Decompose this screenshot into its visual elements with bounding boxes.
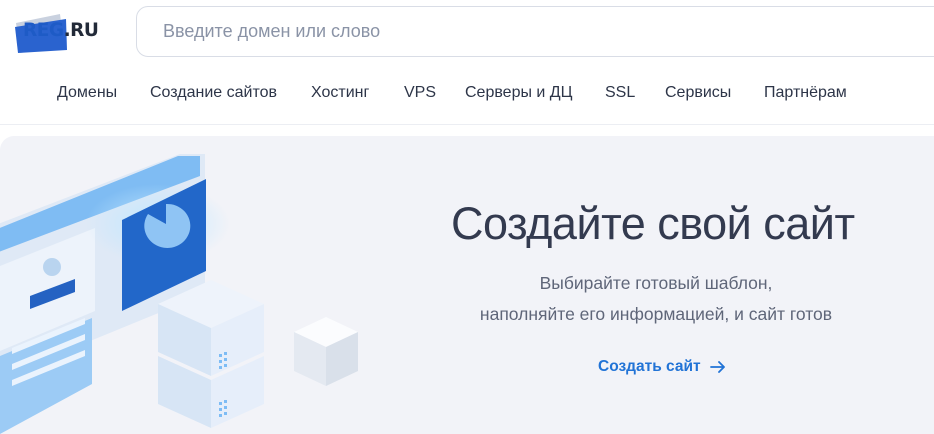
- nav-item-hosting[interactable]: Хостинг: [311, 84, 369, 102]
- website-builder-illustration: [0, 154, 358, 434]
- hero-title: Создайте свой сайт: [451, 198, 855, 249]
- nav-item-partners[interactable]: Партнёрам: [764, 84, 847, 102]
- site-header: REG.RU Домены Создание сайтов Хостинг VP…: [0, 0, 934, 125]
- nav-item-servers[interactable]: Серверы и ДЦ: [465, 84, 572, 102]
- nav-item-ssl[interactable]: SSL: [605, 84, 635, 102]
- nav-item-services[interactable]: Сервисы: [665, 84, 731, 102]
- hero-subtitle-line: наполняйте его информацией, и сайт готов: [479, 304, 833, 324]
- hero-banner: Создайте свой сайт Выбирайте готовый шаб…: [0, 136, 934, 434]
- nav-item-vps[interactable]: VPS: [404, 84, 436, 102]
- logo-brand-text: REG: [23, 20, 64, 41]
- logo-wordmark: REG.RU: [23, 20, 99, 41]
- nav-item-site-builder[interactable]: Создание сайтов: [150, 84, 277, 102]
- logo-tld-text: .RU: [63, 20, 99, 41]
- create-site-link[interactable]: Создать сайт: [598, 358, 726, 376]
- hero-subtitle: Выбирайте готовый шаблон, наполняйте его…: [440, 268, 872, 330]
- hero-subtitle-line: Выбирайте готовый шаблон,: [539, 273, 773, 293]
- create-site-label: Создать сайт: [598, 358, 701, 375]
- nav-item-domains[interactable]: Домены: [57, 84, 117, 102]
- arrow-right-icon: [709, 361, 725, 373]
- search-input[interactable]: [136, 6, 934, 57]
